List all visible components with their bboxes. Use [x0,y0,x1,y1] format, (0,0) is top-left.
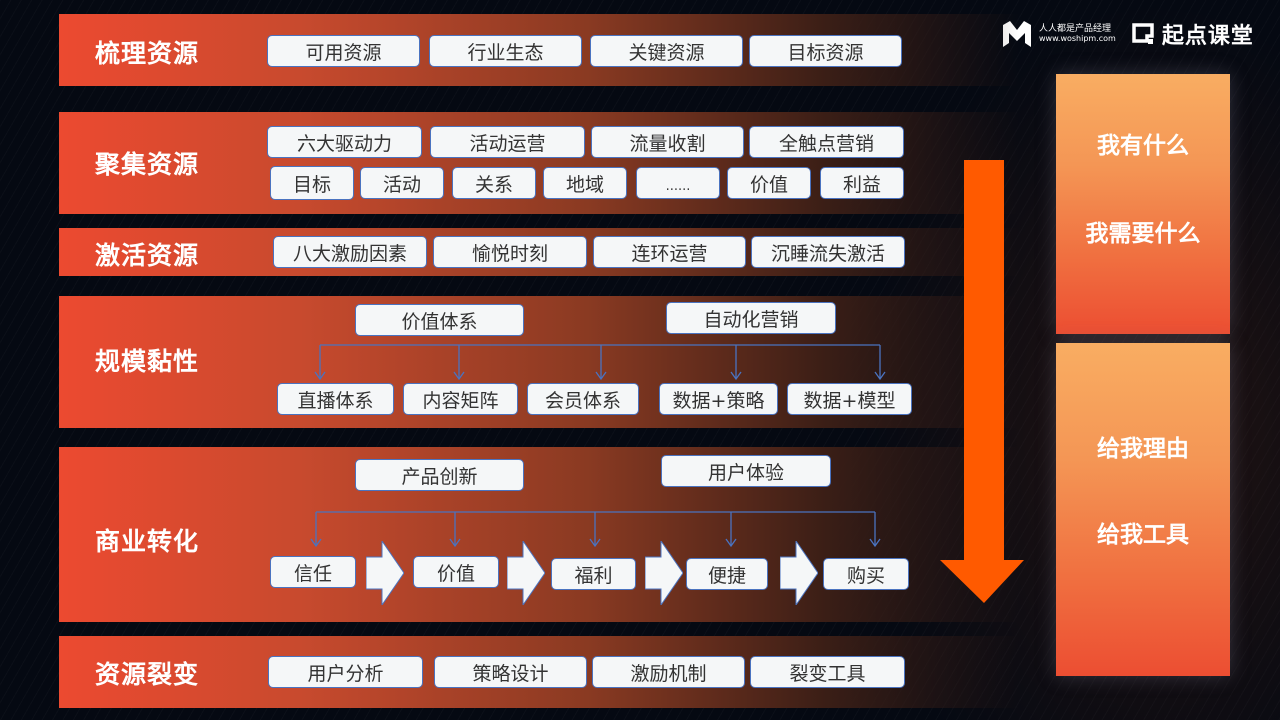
side-card-reasons: 给我理由 给我工具 [1056,343,1230,676]
pill-item: 激励机制 [592,656,745,688]
down-arrow-icon [940,160,1024,603]
flow-arrow-icon [366,541,404,605]
pill-item: 策略设计 [434,656,587,688]
pill-item: 用户分析 [268,656,423,688]
flow-step: 价值 [413,556,499,588]
side-card-line: 我需要什么 [1085,221,1201,247]
flow-step: 福利 [551,558,636,590]
side-card-line: 给我理由 [1097,436,1189,462]
pill-item: 裂变工具 [750,656,905,688]
flow-arrow-icon [507,541,545,605]
flow-arrow-icon [645,541,683,605]
side-card-line: 我有什么 [1097,133,1189,159]
flow-arrow-icon [780,541,818,605]
flow-step: 信任 [270,556,356,588]
side-card-needs: 我有什么 我需要什么 [1056,74,1230,334]
flow-step: 购买 [823,558,909,590]
flow-step: 便捷 [686,558,768,590]
row-title: 资源裂变 [95,660,200,689]
side-card-line: 给我工具 [1097,522,1189,548]
